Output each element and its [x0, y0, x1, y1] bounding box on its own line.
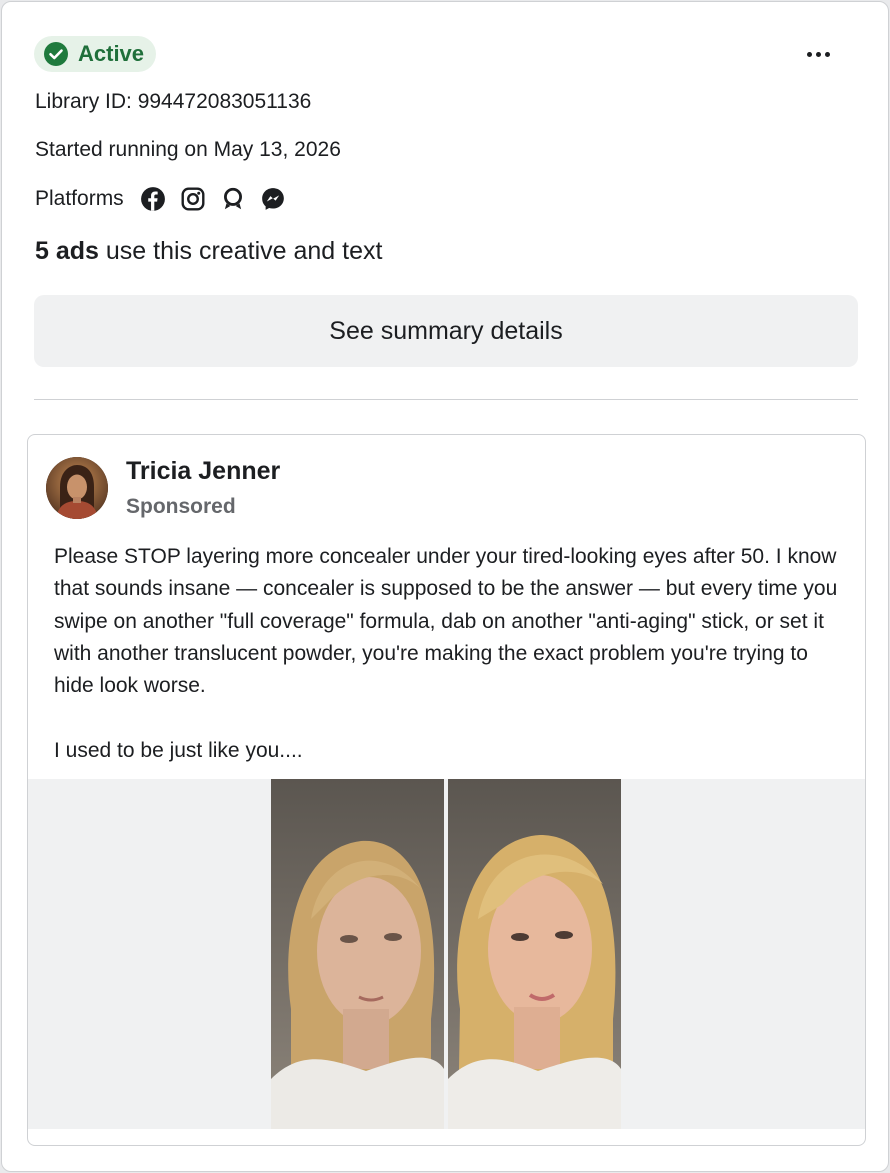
- instagram-icon: [181, 187, 205, 211]
- start-date: Started running on May 13, 2026: [35, 138, 341, 161]
- ad-library-card: Active Library ID: 994472083051136 Start…: [1, 1, 889, 1172]
- check-circle-icon: [44, 42, 68, 66]
- after-photo: [448, 779, 621, 1129]
- ad-body-text: Please STOP layering more concealer unde…: [54, 545, 838, 762]
- ad-media[interactable]: [28, 779, 865, 1129]
- more-horizontal-icon: [806, 51, 812, 57]
- platforms-label: Platforms: [35, 187, 124, 210]
- ads-count-number: 5 ads: [35, 237, 99, 265]
- library-id: Library ID: 994472083051136: [35, 90, 312, 113]
- advertiser-name[interactable]: Tricia Jenner: [126, 457, 280, 486]
- avatar[interactable]: [46, 457, 108, 519]
- facebook-icon: [140, 187, 165, 211]
- platforms-row: Platforms: [35, 186, 300, 212]
- status-badge: Active: [34, 36, 157, 72]
- see-summary-details-button[interactable]: See summary details: [34, 295, 858, 367]
- messenger-icon: [261, 188, 284, 210]
- ad-preview: Tricia Jenner Sponsored Please STOP laye…: [27, 434, 866, 1146]
- more-options-button[interactable]: [800, 40, 836, 68]
- ads-count: 5 ads use this creative and text: [35, 237, 382, 266]
- status-label: Active: [78, 41, 145, 66]
- sponsored-label: Sponsored: [126, 495, 236, 518]
- ads-count-text: use this creative and text: [98, 237, 383, 265]
- status-row: Active: [34, 36, 157, 72]
- divider: [34, 399, 858, 400]
- audience-network-icon: [223, 187, 242, 210]
- before-photo: [271, 779, 444, 1129]
